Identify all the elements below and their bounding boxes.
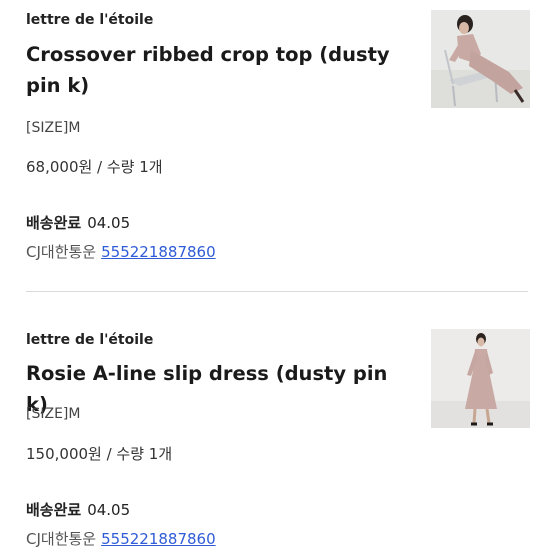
carrier-name: CJ대한통운 <box>26 243 97 261</box>
carrier-name: CJ대한통운 <box>26 530 97 548</box>
product-size: [SIZE]M <box>26 406 81 422</box>
product-photo-icon <box>431 10 530 108</box>
product-thumbnail[interactable] <box>431 329 530 428</box>
tracking-number-link[interactable]: 555221887860 <box>101 243 216 261</box>
product-size: [SIZE]M <box>26 120 81 136</box>
price-quantity: 150,000원 / 수량 1개 <box>26 445 173 463</box>
shipping-status: 배송완료 04.05 <box>26 212 130 233</box>
product-title[interactable]: Crossover ribbed crop top (dusty pin k) <box>26 39 406 101</box>
price-quantity: 68,000원 / 수량 1개 <box>26 158 163 176</box>
product-title[interactable]: Rosie A-line slip dress (dusty pink) <box>26 358 406 420</box>
product-thumbnail[interactable] <box>431 10 530 108</box>
shipping-date: 04.05 <box>87 501 131 519</box>
order-item: lettre de l'étoile Rosie A-line slip dre… <box>0 292 555 555</box>
carrier-info: CJ대한통운 555221887860 <box>26 241 216 262</box>
product-photo-icon <box>431 329 530 428</box>
brand-name[interactable]: lettre de l'étoile <box>26 332 153 348</box>
carrier-info: CJ대한통운 555221887860 <box>26 528 216 549</box>
shipping-status-label: 배송완료 <box>26 501 82 519</box>
shipping-date: 04.05 <box>87 214 131 232</box>
order-item: lettre de l'étoile Crossover ribbed crop… <box>0 0 555 292</box>
order-history-page: lettre de l'étoile Crossover ribbed crop… <box>0 0 555 555</box>
brand-name[interactable]: lettre de l'étoile <box>26 12 153 28</box>
shipping-status-label: 배송완료 <box>26 214 82 232</box>
tracking-number-link[interactable]: 555221887860 <box>101 530 216 548</box>
shipping-status: 배송완료 04.05 <box>26 499 130 520</box>
